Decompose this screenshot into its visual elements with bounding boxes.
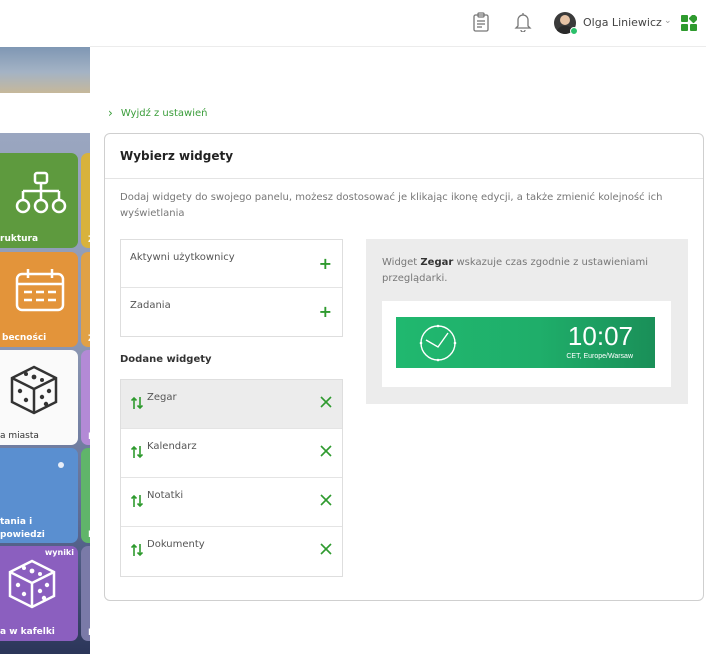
tile-label: becności [2, 333, 47, 343]
remove-icon[interactable] [320, 396, 332, 408]
remove-icon[interactable] [320, 445, 332, 457]
tile-attendance: becności [0, 252, 78, 347]
tile-edge: E [81, 546, 90, 641]
edge-letter: Z [88, 235, 90, 245]
tile-edge: F [81, 448, 90, 543]
widget-label: Aktywni użytkownicy [130, 252, 235, 263]
tile-edge: Z [81, 252, 90, 347]
tile-edge: Z [81, 153, 90, 248]
bell-icon[interactable] [514, 12, 532, 32]
widget-label: Kalendarz [147, 441, 197, 452]
added-widgets-title: Dodane widgety [120, 354, 212, 365]
results-badge: wyniki [44, 548, 74, 557]
tile-city: a miasta [0, 350, 78, 445]
dice-icon [8, 559, 56, 609]
exit-settings-label: Wyjdź z ustawień [120, 107, 208, 119]
tile-label-line1: tania i [0, 517, 33, 527]
user-name[interactable]: Olga Liniewicz [583, 16, 662, 29]
clock-icon [419, 324, 457, 362]
available-widgets-list: Aktywni użytkownicy + Zadania + [120, 239, 343, 337]
edge-letter: E [88, 628, 90, 638]
edge-letter: F [88, 530, 90, 540]
background-banner [0, 47, 90, 93]
org-chart-icon [15, 171, 67, 214]
dice-icon [10, 365, 58, 415]
tile-grid: wyniki a w kafelki [0, 546, 78, 641]
tile-label: a miasta [0, 431, 39, 441]
list-item[interactable]: Notatki [121, 478, 342, 527]
list-item[interactable]: Zadania + [121, 288, 342, 336]
added-widgets-list: Zegar Kalendarz Notatki Dokumenty [120, 379, 343, 577]
tile-label: a w kafelki [0, 627, 55, 637]
edge-letter: Z [88, 334, 90, 344]
calendar-icon [15, 269, 65, 312]
preview-widget-name: Zegar [420, 257, 454, 268]
preview-description: Widget Zegar wskazuje czas zgodnie z ust… [382, 255, 672, 287]
widget-label: Notatki [147, 490, 184, 501]
reorder-arrows-icon[interactable] [131, 396, 143, 410]
list-item[interactable]: Aktywni użytkownicy + [121, 240, 342, 288]
clock-timezone: CET, Europe/Warsaw [566, 353, 633, 360]
reorder-arrows-icon[interactable] [131, 543, 143, 557]
clock-widget: 10:07 CET, Europe/Warsaw [396, 317, 655, 368]
avatar-face [560, 15, 570, 25]
list-item[interactable]: Zegar [121, 380, 342, 429]
background-dashboard: ruktura becności a miasta tania i powied… [0, 0, 90, 654]
widget-label: Zadania [130, 300, 171, 311]
online-status-dot [570, 27, 578, 35]
dot-icon [58, 462, 64, 468]
preview-prefix: Widget [382, 257, 418, 268]
tile-edge: F [81, 350, 90, 445]
reorder-arrows-icon[interactable] [131, 445, 143, 459]
widgets-card: Wybierz widgety Dodaj widgety do swojego… [104, 133, 704, 601]
exit-settings-link[interactable]: › Wyjdź z ustawień [108, 106, 207, 120]
remove-icon[interactable] [320, 543, 332, 555]
chevron-down-icon[interactable]: ⌄ [664, 16, 672, 26]
widget-preview-panel: Widget Zegar wskazuje czas zgodnie z ust… [366, 239, 688, 404]
clock-time: 10:07 [567, 321, 633, 351]
divider [105, 178, 703, 179]
add-icon[interactable]: + [319, 256, 332, 272]
edge-letter: F [88, 432, 90, 442]
list-item[interactable]: Kalendarz [121, 429, 342, 478]
card-title: Wybierz widgety [120, 149, 234, 163]
tile-label: ruktura [0, 234, 39, 244]
widget-label: Dokumenty [147, 539, 205, 550]
add-icon[interactable]: + [319, 304, 332, 320]
card-description: Dodaj widgety do swojego panelu, możesz … [120, 192, 663, 219]
chevron-right-icon: › [108, 106, 113, 120]
tile-questions: tania i powiedzi [0, 448, 78, 543]
tile-label-line2: powiedzi [0, 530, 45, 540]
widget-label: Zegar [147, 392, 177, 403]
list-item[interactable]: Dokumenty [121, 527, 342, 576]
reorder-arrows-icon[interactable] [131, 494, 143, 508]
top-bar: Olga Liniewicz ⌄ [90, 0, 706, 47]
remove-icon[interactable] [320, 494, 332, 506]
clipboard-icon[interactable] [472, 12, 490, 32]
background-strip [0, 93, 90, 133]
apps-grid-icon[interactable] [681, 15, 697, 31]
tile-structure: ruktura [0, 153, 78, 248]
preview-frame: 10:07 CET, Europe/Warsaw [382, 301, 671, 387]
